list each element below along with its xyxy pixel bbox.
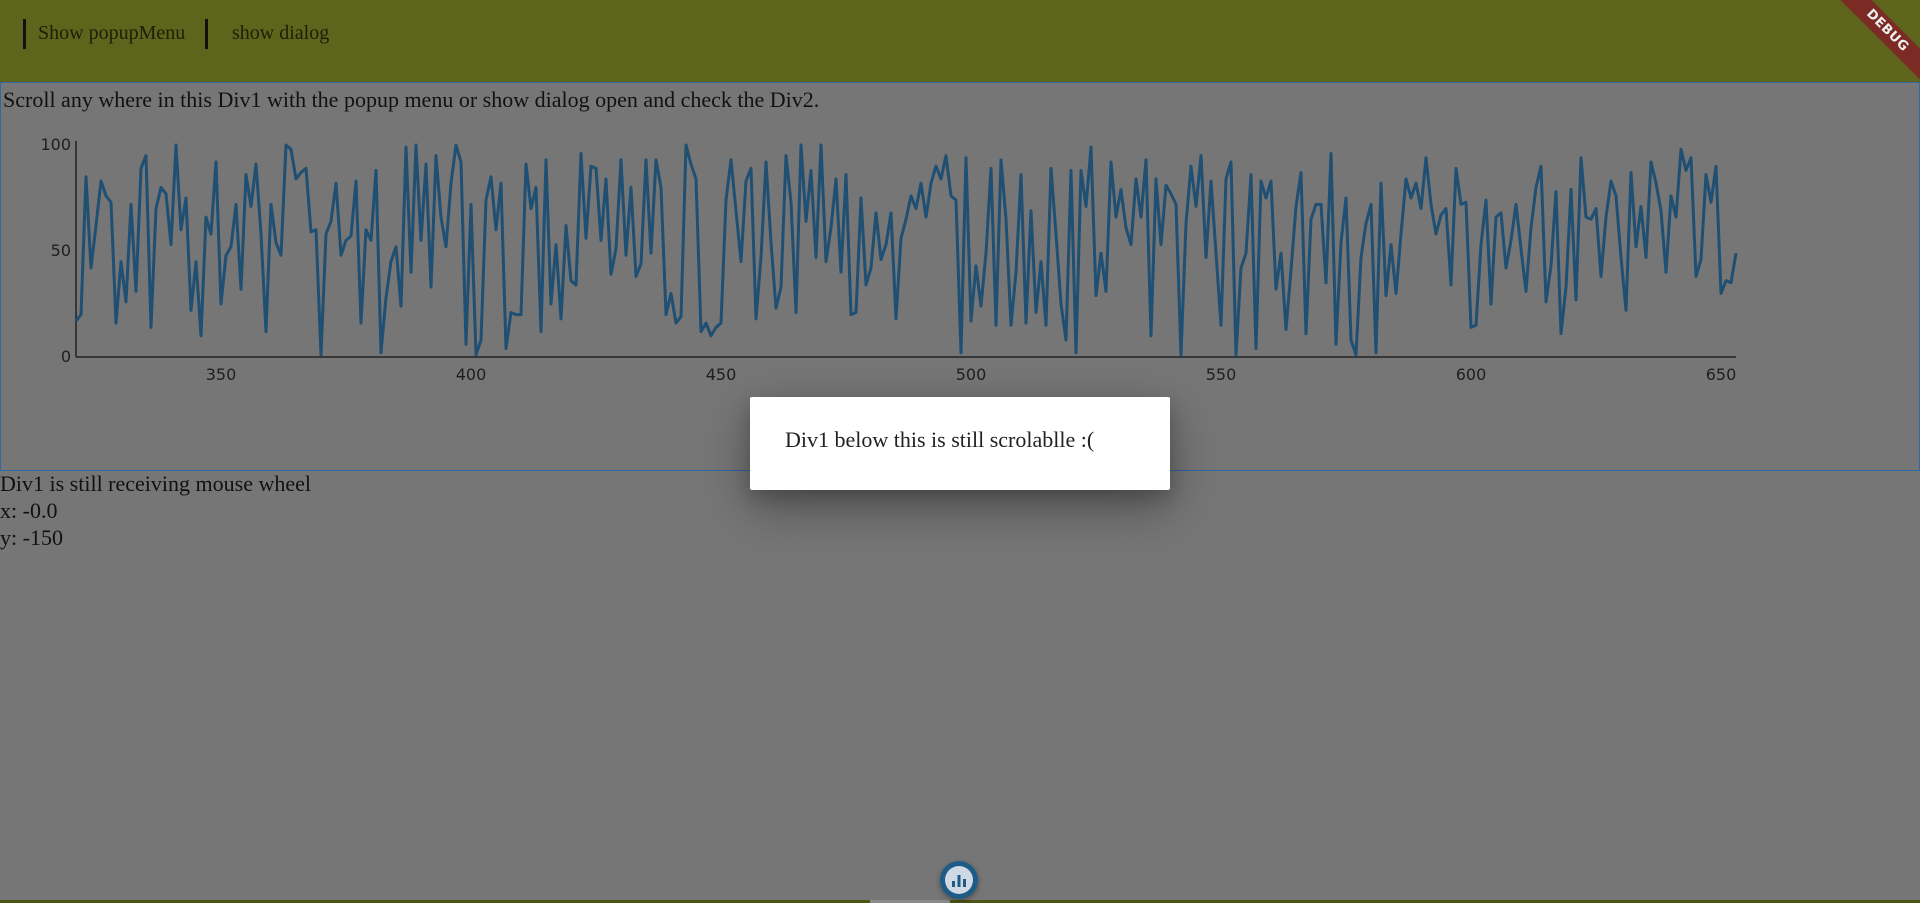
scroll-y-value: y: -150 [0, 525, 63, 550]
x-tick-label: 500 [956, 365, 987, 384]
dialog: Div1 below this is still scrolablle :( [750, 397, 1170, 490]
series-line [74, 143, 1738, 357]
debug-banner: DEBUG [1830, 0, 1920, 90]
scroll-x-value: x: -0.0 [0, 498, 58, 523]
dialog-message: Div1 below this is still scrolablle :( [785, 427, 1095, 452]
chart-fab-button[interactable] [940, 861, 978, 899]
x-tick-label: 450 [706, 365, 737, 384]
x-tick-label: 350 [206, 365, 237, 384]
menu-divider-left [23, 19, 26, 49]
app-bar: Show popupMenu show dialog DEBUG [0, 0, 1920, 85]
show-popup-menu-button[interactable]: Show popupMenu [38, 16, 185, 50]
div2-title: Div1 is still receiving mouse wheel [0, 471, 311, 496]
x-tick-label: 600 [1456, 365, 1487, 384]
y-tick-label: 50 [51, 241, 71, 260]
debug-banner-label: DEBUG [1833, 0, 1920, 85]
x-tick-label: 400 [456, 365, 487, 384]
y-tick-label: 0 [61, 347, 71, 366]
show-dialog-button[interactable]: show dialog [232, 16, 329, 50]
x-tick-label: 650 [1706, 365, 1737, 384]
x-tick-label: 550 [1206, 365, 1237, 384]
bar-chart-icon [945, 866, 973, 894]
div2-status: Div1 is still receiving mouse wheel x: -… [0, 470, 311, 551]
menu-divider-right [205, 19, 208, 49]
y-tick-label: 100 [40, 135, 71, 154]
